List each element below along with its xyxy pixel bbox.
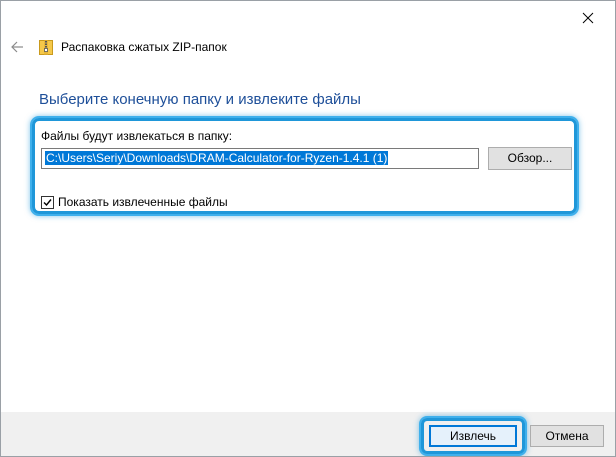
back-arrow-icon <box>11 41 23 53</box>
checkmark-icon <box>43 199 52 207</box>
extract-dialog: Распаковка сжатых ZIP-папок Выберите кон… <box>0 0 616 457</box>
destination-path-value: C:\Users\Seriy\Downloads\DRAM-Calculator… <box>45 151 389 165</box>
destination-path-input[interactable]: C:\Users\Seriy\Downloads\DRAM-Calculator… <box>41 148 479 169</box>
close-icon <box>582 12 594 24</box>
cancel-button[interactable]: Отмена <box>530 425 604 447</box>
show-files-checkbox[interactable] <box>41 196 54 209</box>
show-files-label: Показать извлеченные файлы <box>58 195 228 209</box>
back-button[interactable] <box>9 39 25 55</box>
dialog-title: Распаковка сжатых ZIP-папок <box>61 40 227 54</box>
browse-button[interactable]: Обзор... <box>488 147 572 170</box>
page-heading: Выберите конечную папку и извлеките файл… <box>39 91 361 108</box>
extract-button[interactable]: Извлечь <box>429 425 517 447</box>
destination-label: Файлы будут извлекаться в папку: <box>41 129 233 143</box>
close-button[interactable] <box>579 9 597 27</box>
zip-folder-icon <box>39 39 53 55</box>
